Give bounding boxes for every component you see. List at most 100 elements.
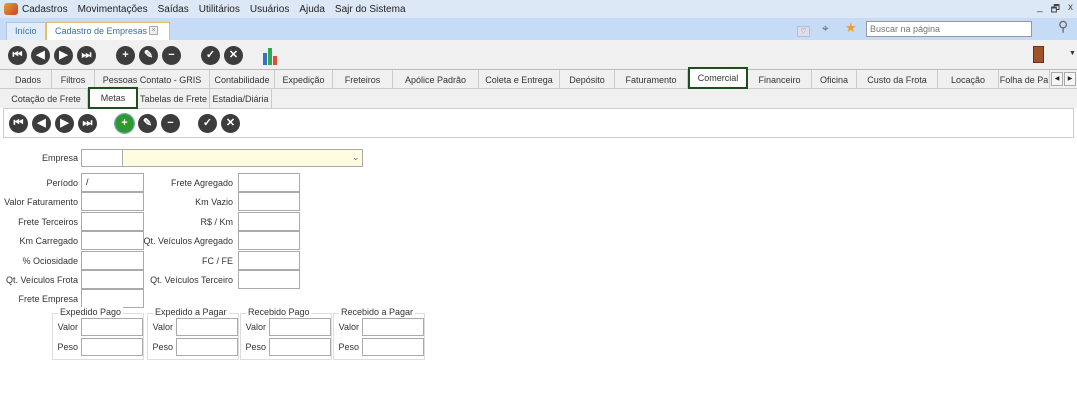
edit-record-icon[interactable]: ✎ xyxy=(138,114,157,133)
valor-label: Valor xyxy=(152,322,173,332)
group-title: Expedido a Pagar xyxy=(153,307,229,317)
main-tab-4[interactable]: Expedição xyxy=(275,70,333,89)
peso-input[interactable] xyxy=(269,338,331,356)
menu-usuarios[interactable]: Usuários xyxy=(250,4,289,15)
menu-sair[interactable]: Sajr do Sistema xyxy=(335,4,406,15)
menu-movimentacoes[interactable]: Movimentações xyxy=(78,4,148,15)
right-field-label: Qt. Veículos Terceiro xyxy=(150,275,233,285)
favorite-heart-icon[interactable]: ♡ xyxy=(797,26,810,37)
last-record-icon[interactable]: ⏭ xyxy=(78,114,97,133)
peso-input[interactable] xyxy=(362,338,424,356)
tab-scroll-right-icon[interactable]: ▶ xyxy=(1064,72,1076,86)
search-icon[interactable]: ⚲ xyxy=(1058,18,1068,35)
sub-tab-3[interactable]: Estadia/Diária xyxy=(210,89,272,108)
chart-icon[interactable] xyxy=(263,46,277,65)
first-record-icon[interactable]: ⏮ xyxy=(8,46,27,65)
main-tab-6[interactable]: Apólice Padrão xyxy=(393,70,479,89)
group-title: Recebido Pago xyxy=(246,307,312,317)
tab-label: Cadastro de Empresas xyxy=(55,26,148,36)
close-tab-icon[interactable]: × xyxy=(149,26,158,35)
search-input[interactable] xyxy=(866,21,1032,37)
first-record-icon[interactable]: ⏮ xyxy=(9,114,28,133)
remove-icon[interactable]: − xyxy=(162,46,181,65)
valor-label: Valor xyxy=(338,322,359,332)
next-record-icon[interactable]: ▶ xyxy=(55,114,74,133)
add-record-icon[interactable]: + xyxy=(114,113,135,134)
peso-input[interactable] xyxy=(176,338,238,356)
remove-record-icon[interactable]: − xyxy=(161,114,180,133)
peso-input[interactable] xyxy=(81,338,143,356)
confirm-record-icon[interactable]: ✓ xyxy=(198,114,217,133)
restore-button[interactable]: 🗗 xyxy=(1051,2,1060,19)
left-field-label: Km Carregado xyxy=(19,236,78,246)
right-field-label: Frete Agregado xyxy=(170,178,233,188)
minimize-button[interactable]: _ xyxy=(1037,2,1043,19)
right-field-input[interactable] xyxy=(238,173,300,192)
sub-tab-0[interactable]: Cotação de Frete xyxy=(5,89,88,108)
right-field-label: Km Vazio xyxy=(195,197,233,207)
menu-bar: Cadastros Movimentações Saídas Utilitári… xyxy=(0,0,1077,18)
menu-utilitarios[interactable]: Utilitários xyxy=(199,4,240,15)
right-field-input[interactable] xyxy=(238,192,300,211)
main-tab-8[interactable]: Depósito xyxy=(560,70,615,89)
sub-tab-2[interactable]: Tabelas de Frete xyxy=(138,89,210,108)
main-tab-5[interactable]: Freteiros xyxy=(333,70,393,89)
right-field-input[interactable] xyxy=(238,251,300,270)
peso-label: Peso xyxy=(57,342,78,352)
next-record-icon[interactable]: ▶ xyxy=(54,46,73,65)
main-tab-15[interactable]: Folha de Pa xyxy=(999,70,1050,89)
peso-label: Peso xyxy=(245,342,266,352)
sub-tab-1[interactable]: Metas xyxy=(88,87,138,109)
window-controls: _ 🗗 x xyxy=(1037,2,1073,19)
valor-input[interactable] xyxy=(269,318,331,336)
empresa-select[interactable] xyxy=(122,149,363,167)
edit-icon[interactable]: ✎ xyxy=(139,46,158,65)
add-icon[interactable]: + xyxy=(116,46,135,65)
right-field-input[interactable] xyxy=(238,231,300,250)
chevron-down-icon: ⌄ xyxy=(352,152,360,162)
group-title: Recebido a Pagar xyxy=(339,307,416,317)
toolbar-dropdown-icon[interactable]: ▼ xyxy=(1069,50,1076,57)
main-tab-3[interactable]: Contabilidade xyxy=(210,70,275,89)
valor-label: Valor xyxy=(245,322,266,332)
main-toolbar-buttons: ⏮ ◀ ▶ ⏭ + ✎ − ✓ ✕ xyxy=(8,46,277,65)
cancel-icon[interactable]: ✕ xyxy=(224,46,243,65)
star-icon[interactable]: ★ xyxy=(845,20,857,36)
previous-record-icon[interactable]: ◀ xyxy=(32,114,51,133)
main-tab-9[interactable]: Faturamento xyxy=(615,70,688,89)
right-field-input[interactable] xyxy=(238,270,300,289)
empresa-label: Empresa xyxy=(41,153,78,163)
close-button[interactable]: x xyxy=(1068,2,1073,19)
main-tab-7[interactable]: Coleta e Entrega xyxy=(479,70,560,89)
main-tab-10[interactable]: Comercial xyxy=(688,67,748,89)
previous-record-icon[interactable]: ◀ xyxy=(31,46,50,65)
main-tab-11[interactable]: Financeiro xyxy=(748,70,812,89)
menu-cadastros[interactable]: Cadastros xyxy=(22,4,68,15)
group-title: Expedido Pago xyxy=(58,307,124,317)
main-tab-14[interactable]: Locação xyxy=(938,70,999,89)
cancel-record-icon[interactable]: ✕ xyxy=(221,114,240,133)
valor-input[interactable] xyxy=(176,318,238,336)
tab-scroll-left-icon[interactable]: ◀ xyxy=(1051,72,1063,86)
left-field-label: % Ociosidade xyxy=(22,256,78,266)
confirm-icon[interactable]: ✓ xyxy=(201,46,220,65)
peso-label: Peso xyxy=(338,342,359,352)
valor-input[interactable] xyxy=(81,318,143,336)
menu-saidas[interactable]: Saídas xyxy=(158,4,189,15)
menu-ajuda[interactable]: Ajuda xyxy=(299,4,325,15)
last-record-icon[interactable]: ⏭ xyxy=(77,46,96,65)
main-tab-0[interactable]: Dados xyxy=(5,70,52,89)
exit-door-icon[interactable] xyxy=(1033,46,1044,63)
right-field-label: FC / FE xyxy=(202,256,233,266)
right-field-label: R$ / Km xyxy=(200,217,233,227)
main-tab-12[interactable]: Oficina xyxy=(812,70,857,89)
unpin-icon[interactable]: ⌖ xyxy=(822,21,829,36)
valor-label: Valor xyxy=(57,322,78,332)
left-field-input[interactable] xyxy=(81,289,144,308)
right-field-input[interactable] xyxy=(238,212,300,231)
tab-inicio[interactable]: Início xyxy=(6,22,46,40)
valor-input[interactable] xyxy=(362,318,424,336)
left-field-label: Frete Terceiros xyxy=(18,217,78,227)
empresa-code-input[interactable] xyxy=(81,149,123,167)
main-tab-13[interactable]: Custo da Frota xyxy=(857,70,938,89)
